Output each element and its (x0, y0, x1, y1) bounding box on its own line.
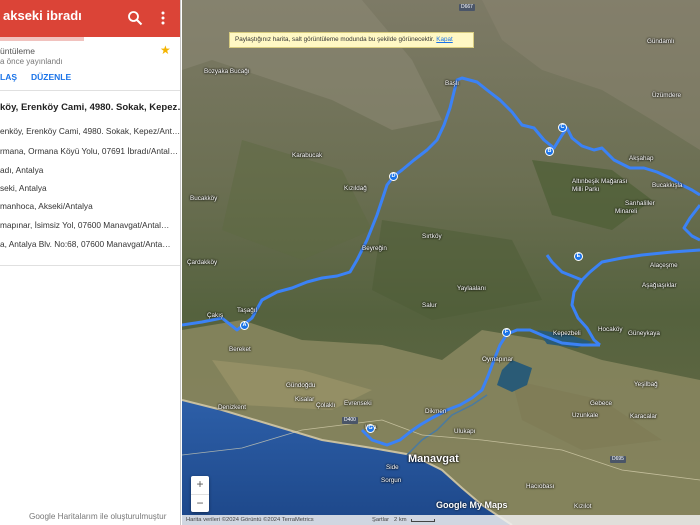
map-label: Side (386, 464, 399, 471)
blurred-subtitle (0, 37, 84, 41)
zoom-control: + − (191, 476, 209, 512)
road-badge: D400 (342, 417, 358, 424)
star-icon[interactable]: ★ (160, 44, 172, 56)
route-marker-a[interactable]: A (240, 321, 249, 330)
attribution-bar: Harita verileri ©2024 Görüntü ©2024 Terr… (182, 515, 700, 525)
map-label: Bozyaka Bucağı (204, 68, 250, 75)
road-badge: D667 (459, 4, 475, 11)
app-window: akseki ibradı üntüleme a önce yayınlandı… (0, 0, 700, 525)
scale-bar (411, 519, 435, 522)
map-label: Sorgun (381, 477, 402, 484)
list-item-place-a[interactable]: enköy, Erenköy Cami, 4980. Sokak, Kepez/… (0, 126, 180, 136)
terms-link[interactable]: Şartlar (372, 515, 389, 525)
map-label: Bereket (229, 346, 251, 353)
google-my-maps-logo: Google My Maps (436, 500, 508, 510)
map-label: Sırtköy (422, 233, 442, 240)
view-count-text: üntüleme (0, 46, 35, 56)
map-label: Minareli (615, 208, 638, 215)
map-label: Gebece (590, 400, 613, 407)
map-label: Dikmen (425, 408, 447, 415)
map-side-panel: akseki ibradı üntüleme a önce yayınlandı… (0, 0, 181, 525)
list-item-place-g[interactable]: a, Antalya Blv. No:68, 07600 Manavgat/An… (0, 239, 171, 249)
route-marker-g[interactable]: G (366, 424, 375, 433)
map-label: Oymapınar (482, 356, 514, 363)
map-label: Ulukapı (454, 428, 476, 435)
list-item-place-d[interactable]: seki, Antalya (0, 183, 47, 193)
map-label: Gündamlı (647, 38, 675, 45)
read-only-notice: Paylaştığınız harita, salt görüntüleme m… (229, 32, 474, 48)
divider (0, 265, 180, 266)
map-label: Hacıobası (526, 483, 555, 490)
search-icon[interactable] (127, 10, 143, 26)
route-marker-d[interactable]: D (389, 172, 398, 181)
map-label: Güneykaya (628, 330, 660, 337)
satellite-map[interactable]: Paylaştığınız harita, salt görüntüleme m… (182, 0, 700, 525)
panel-header: akseki ibradı (0, 0, 180, 37)
footer-note: Google Haritalarım ile oluşturulmuştur (29, 512, 167, 521)
road-badge: D695 (610, 456, 626, 463)
map-label: Üzümdere (652, 92, 682, 99)
map-label: Bucakkışla (652, 182, 683, 189)
route-marker-c[interactable]: C (558, 123, 567, 132)
map-label: Bucakköy (190, 195, 218, 202)
map-label: Evrenseki (344, 400, 372, 407)
satellite-terrain (182, 0, 700, 525)
map-label: Başlı (445, 80, 459, 87)
map-label: Kızılot (574, 503, 592, 510)
map-label: Çolaklı (316, 402, 336, 409)
map-label: Çakış (207, 312, 224, 319)
route-marker-e[interactable]: E (574, 252, 583, 261)
map-label: Sarıhaliller (625, 200, 655, 207)
map-label: Çardakköy (187, 259, 218, 266)
map-title: akseki ibradı (3, 8, 82, 23)
map-label: Karabucak (292, 152, 323, 159)
zoom-out-button[interactable]: − (191, 494, 209, 512)
edit-button[interactable]: DÜZENLE (31, 72, 71, 82)
map-label: Denizkent (218, 404, 247, 411)
map-label: Kisalar (295, 396, 315, 403)
close-notice-link[interactable]: Kapat (436, 36, 452, 43)
notice-text: Paylaştığınız harita, salt görüntüleme m… (235, 36, 435, 43)
map-label: Gündoğdu (286, 382, 316, 389)
map-label: Kızıldağ (344, 185, 367, 192)
map-label: Kepezbeli (553, 330, 581, 337)
map-label: Alaçeşme (650, 262, 678, 269)
published-time-text: a önce yayınlandı (0, 57, 63, 66)
divider (0, 90, 180, 91)
list-item-place-f[interactable]: mapınar, İsimsiz Yol, 07600 Manavgat/Ant… (0, 220, 169, 230)
map-label-city: Manavgat (408, 453, 459, 465)
route-title[interactable]: köy, Erenköy Cami, 4980. Sokak, Kepez… (0, 102, 180, 113)
route-marker-f[interactable]: F (502, 328, 511, 337)
map-label: Hocaköy (598, 326, 623, 333)
map-label: Akşahap (629, 155, 654, 162)
map-label: Taşağıl (237, 307, 257, 314)
list-item-place-e[interactable]: manhoca, Akseki/Antalya (0, 201, 93, 211)
map-label: Uzunkale (572, 412, 599, 419)
map-label: Yeşilbağ (634, 381, 658, 388)
more-options-icon[interactable] (156, 10, 170, 26)
map-label: Aşağıaşıklar (642, 282, 677, 289)
list-item-place-b[interactable]: rmana, Ormana Köyü Yolu, 07691 İbradı/An… (0, 146, 178, 156)
map-label: Salur (422, 302, 437, 309)
scale-label: 2 km (394, 517, 407, 523)
zoom-in-button[interactable]: + (191, 476, 209, 494)
map-label: Yaylaalanı (457, 285, 486, 292)
share-button[interactable]: LAŞ (0, 72, 17, 82)
map-label: Beyreğin (362, 245, 387, 252)
map-label: Altınbeşik Mağarası Milli Parkı (572, 178, 628, 193)
route-marker-b[interactable]: B (545, 147, 554, 156)
attribution-text: Harita verileri ©2024 Görüntü ©2024 Terr… (186, 517, 314, 523)
map-label: Karacalar (630, 413, 657, 420)
list-item-place-c[interactable]: adı, Antalya (0, 165, 43, 175)
